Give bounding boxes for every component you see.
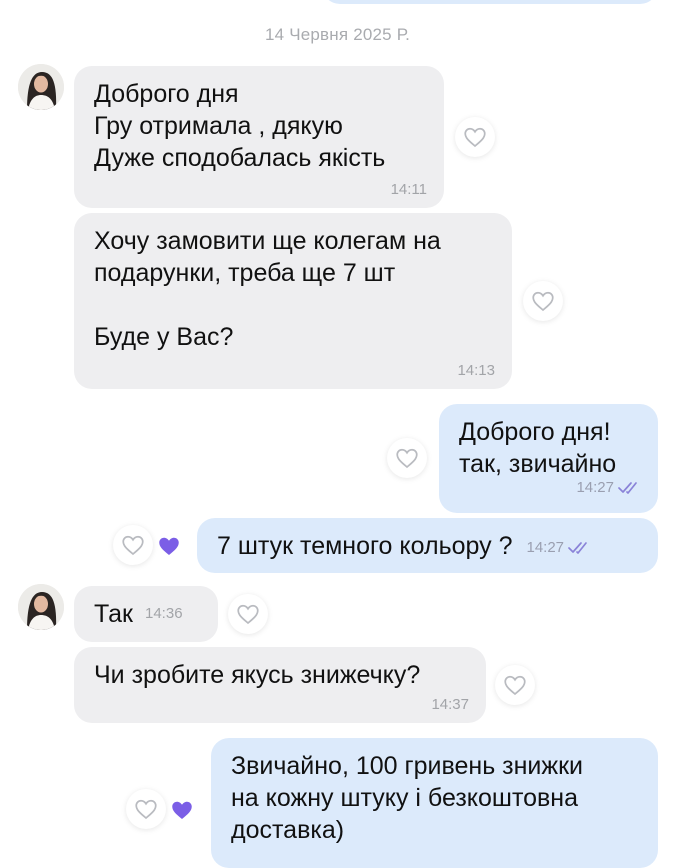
avatar-image (18, 64, 64, 110)
message-time: 14:36 (145, 605, 183, 622)
like-button[interactable] (113, 525, 153, 565)
message-time: 14:37 (431, 696, 469, 713)
message-time: 14:13 (457, 362, 495, 379)
read-receipt-icon (568, 541, 587, 554)
message-meta: 14:27 (576, 472, 642, 504)
message-bubble-outgoing[interactable]: Звичайно, 100 гривень знижки на кожну шт… (211, 738, 658, 868)
message-bubble-outgoing[interactable]: 7 штук темного кольору ? 14:27 (197, 518, 658, 573)
heart-outline-icon (122, 535, 144, 556)
heart-outline-icon (532, 291, 554, 312)
heart-outline-icon (135, 799, 157, 820)
message-text: Звичайно, 100 гривень знижки на кожну шт… (231, 752, 584, 844)
like-button[interactable] (455, 117, 495, 157)
read-receipt-icon (618, 482, 637, 494)
heart-outline-icon (504, 675, 526, 696)
avatar-image (18, 584, 64, 630)
heart-outline-icon (396, 448, 418, 469)
like-button[interactable] (387, 438, 427, 478)
message-bubble-incoming[interactable]: Доброго дня Гру отримала , дякую Дуже сп… (74, 66, 444, 208)
message-text: Доброго дня Гру отримала , дякую Дуже сп… (94, 80, 386, 172)
like-button[interactable] (126, 789, 166, 829)
like-button[interactable] (523, 281, 563, 321)
message-bubble-incoming[interactable]: Так 14:36 (74, 586, 218, 642)
message-text: Хочу замовити ще колегам на подарунки, т… (94, 227, 441, 351)
message-text: 7 штук темного кольору ? (217, 531, 513, 560)
message-meta: 14:27 (526, 532, 592, 564)
contact-avatar[interactable] (18, 64, 64, 110)
message-time: 14:11 (390, 181, 427, 198)
message-text: Так (94, 600, 133, 628)
message-time: 14:27 (576, 479, 614, 496)
date-separator: 14 Червня 2025 Р. (264, 25, 410, 44)
like-button[interactable] (495, 665, 535, 705)
heart-filled-icon[interactable] (156, 533, 182, 559)
message-text: Доброго дня! так, звичайно (459, 418, 617, 478)
heart-outline-icon (237, 604, 259, 625)
message-time: 14:27 (526, 538, 565, 556)
like-button[interactable] (228, 594, 268, 634)
heart-filled-icon[interactable] (169, 797, 195, 823)
message-bubble-incoming[interactable]: Чи зробите якусь знижечку? 14:37 (74, 647, 486, 723)
previous-message-bubble[interactable] (322, 0, 658, 4)
message-text: Чи зробите якусь знижечку? (94, 661, 421, 689)
heart-outline-icon (464, 127, 486, 148)
message-bubble-incoming[interactable]: Хочу замовити ще колегам на подарунки, т… (74, 213, 512, 389)
message-bubble-outgoing[interactable]: Доброго дня! так, звичайно 14:27 (439, 404, 658, 513)
contact-avatar[interactable] (18, 584, 64, 630)
